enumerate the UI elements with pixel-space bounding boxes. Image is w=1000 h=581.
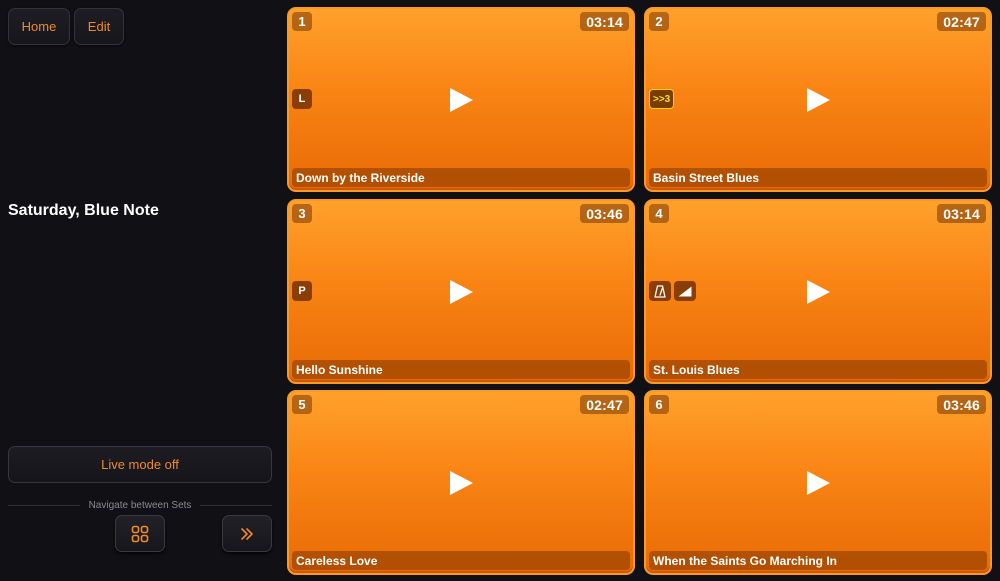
song-duration: 02:47 — [937, 12, 986, 31]
grid-icon — [131, 525, 149, 542]
song-tag-p: P — [292, 281, 312, 301]
divider-line — [200, 504, 272, 506]
navigate-sets-divider: Navigate between Sets — [8, 498, 272, 512]
home-button[interactable]: Home — [8, 8, 70, 45]
double-chevron-right-icon — [241, 527, 253, 540]
song-duration: 03:46 — [937, 395, 986, 414]
next-set-button[interactable] — [222, 515, 272, 552]
song-card[interactable]: 4 03:14 St. Louis Blues — [644, 199, 992, 384]
song-number: 3 — [292, 204, 312, 223]
edit-button[interactable]: Edit — [74, 8, 124, 45]
play-icon[interactable] — [448, 87, 474, 113]
song-number: 4 — [649, 204, 669, 223]
song-duration: 03:14 — [580, 12, 629, 31]
metronome-icon — [649, 281, 671, 301]
song-number: 5 — [292, 395, 312, 414]
song-duration: 03:14 — [937, 204, 986, 223]
song-title: Careless Love — [292, 551, 630, 570]
song-number: 2 — [649, 12, 669, 31]
song-card[interactable]: 5 02:47 Careless Love — [287, 390, 635, 575]
song-title: When the Saints Go Marching In — [649, 551, 987, 570]
sets-overview-button[interactable] — [115, 515, 165, 552]
live-mode-toggle[interactable]: Live mode off — [8, 446, 272, 483]
play-icon[interactable] — [448, 470, 474, 496]
song-card[interactable]: 1 03:14 L Down by the Riverside — [287, 7, 635, 192]
navigate-sets-label: Navigate between Sets — [88, 499, 192, 511]
play-icon[interactable] — [805, 470, 831, 496]
song-title: St. Louis Blues — [649, 360, 987, 379]
song-title: Down by the Riverside — [292, 168, 630, 187]
song-card[interactable]: 6 03:46 When the Saints Go Marching In — [644, 390, 992, 575]
play-icon[interactable] — [805, 87, 831, 113]
play-icon[interactable] — [805, 279, 831, 305]
app-window: Home Edit Saturday, Blue Note Live mode … — [0, 0, 1000, 581]
divider-line — [8, 504, 80, 506]
song-number: 6 — [649, 395, 669, 414]
song-title: Hello Sunshine — [292, 360, 630, 379]
song-title: Basin Street Blues — [649, 168, 987, 187]
song-duration: 02:47 — [580, 395, 629, 414]
song-tag-transition: >>3 — [649, 89, 675, 109]
set-title: Saturday, Blue Note — [8, 202, 159, 219]
sidebar: Home Edit Saturday, Blue Note Live mode … — [0, 0, 282, 581]
song-card[interactable]: 2 02:47 >>3 Basin Street Blues — [644, 7, 992, 192]
song-number: 1 — [292, 12, 312, 31]
volume-ramp-icon — [674, 281, 696, 301]
song-card[interactable]: 3 03:46 P Hello Sunshine — [287, 199, 635, 384]
song-duration: 03:46 — [580, 204, 629, 223]
song-tag-l: L — [292, 89, 312, 109]
play-icon[interactable] — [448, 279, 474, 305]
